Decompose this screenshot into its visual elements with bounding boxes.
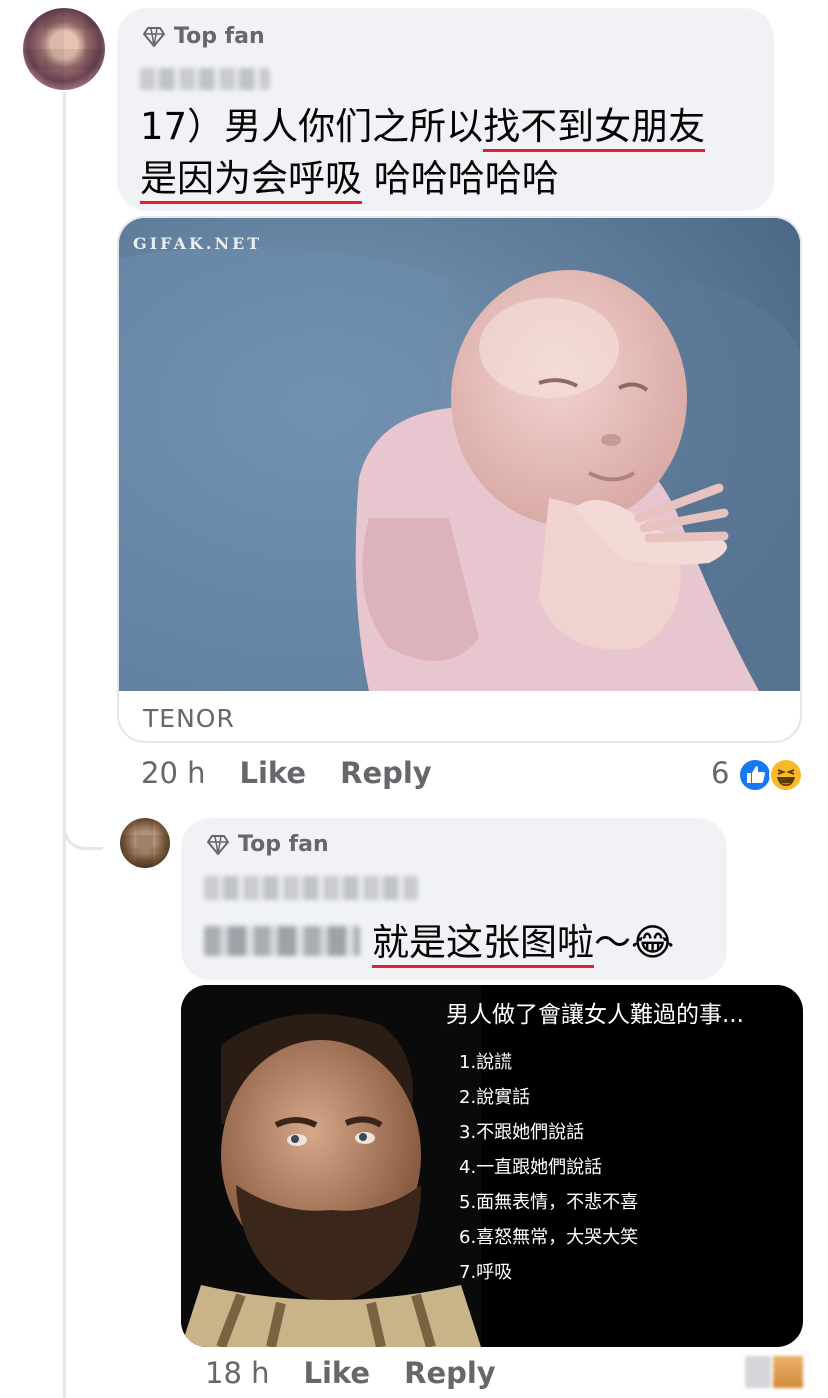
avatar[interactable] xyxy=(23,8,105,90)
laughing-tears-emoji: 😂 xyxy=(631,921,675,964)
bearded-man-illustration xyxy=(181,985,481,1347)
timestamp[interactable]: 18 h xyxy=(205,1356,270,1390)
commenter-name-blurred[interactable] xyxy=(140,68,270,90)
top-fan-badge: Top fan xyxy=(142,24,265,49)
top-fan-label: Top fan xyxy=(238,832,329,857)
reply-connector xyxy=(63,790,103,850)
comment-text-line1: 17）男人你们之所以找不到女朋友 xyxy=(140,100,706,153)
like-button[interactable]: Like xyxy=(240,756,307,790)
meme-list-item: 7.呼吸 xyxy=(459,1262,513,1283)
like-icon xyxy=(738,758,772,792)
comment-text-line2: 是因为会呼吸 哈哈哈哈哈 xyxy=(140,152,559,205)
diamond-icon xyxy=(143,26,165,47)
meme-list-item: 2.說實話 xyxy=(459,1087,531,1108)
top-fan-badge: Top fan xyxy=(206,832,329,857)
meme-title: 男人做了會讓女人難過的事... xyxy=(446,1002,744,1028)
gif-watermark: GIFAK.NET xyxy=(133,234,263,253)
comment-actions: 18 h Like Reply xyxy=(205,1356,496,1390)
meme-list-item: 6.喜怒無常，大哭大笑 xyxy=(459,1227,639,1248)
meme-list-item: 1.說謊 xyxy=(459,1052,513,1073)
thread-line xyxy=(63,92,66,1398)
reaction-icons-blurred[interactable] xyxy=(745,1356,805,1390)
mention-blurred[interactable] xyxy=(204,926,360,956)
like-button[interactable]: Like xyxy=(304,1356,371,1390)
image-attachment[interactable]: 男人做了會讓女人難過的事... 1.說謊 2.說實話 3.不跟她們說話 4.一直… xyxy=(181,985,803,1347)
meme-list: 1.說謊 2.說實話 3.不跟她們說話 4.一直跟她們說話 5.面無表情，不悲不… xyxy=(459,1045,638,1290)
comment-text: 就是这张图啦～😂 xyxy=(372,916,674,969)
blurred-reaction xyxy=(773,1356,803,1388)
blurred-reaction xyxy=(745,1356,771,1388)
timestamp[interactable]: 20 h xyxy=(141,756,206,790)
baby-illustration xyxy=(119,218,800,691)
top-fan-label: Top fan xyxy=(174,24,265,49)
diamond-icon xyxy=(207,834,229,855)
meme-list-item: 4.一直跟她們說話 xyxy=(459,1157,603,1178)
meme-list-item: 3.不跟她們說話 xyxy=(459,1122,585,1143)
commenter-name-blurred[interactable] xyxy=(204,876,418,900)
comment-actions: 20 h Like Reply xyxy=(141,756,432,790)
reaction-icons[interactable] xyxy=(738,758,808,792)
gif-source-label: TENOR xyxy=(143,704,235,733)
meme-list-item: 5.面無表情，不悲不喜 xyxy=(459,1192,639,1213)
reply-button[interactable]: Reply xyxy=(340,756,432,790)
baby-gif-image[interactable]: GIFAK.NET xyxy=(119,218,800,691)
haha-icon xyxy=(769,758,803,792)
gif-attachment[interactable]: GIFAK.NET TENOR xyxy=(117,216,802,743)
avatar[interactable] xyxy=(120,818,170,868)
reply-button[interactable]: Reply xyxy=(404,1356,496,1390)
reaction-count[interactable]: 6 xyxy=(711,756,729,790)
